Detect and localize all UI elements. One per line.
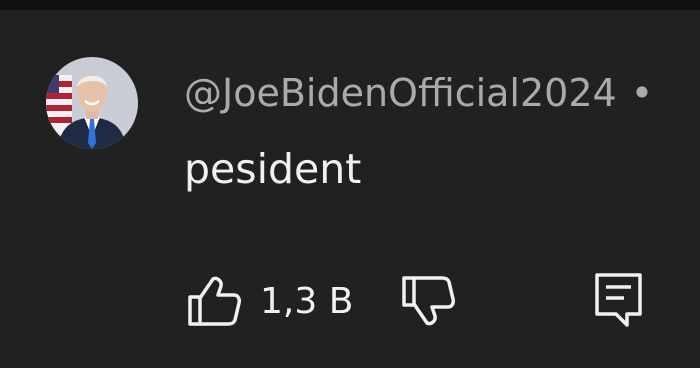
like-button[interactable]: 1,3 B [186,274,353,328]
like-count: 1,3 B [260,280,354,322]
avatar[interactable] [46,57,138,149]
avatar-image [46,57,138,149]
dislike-button[interactable] [400,274,456,328]
author-name[interactable]: @JoeBidenOfficial2024 [184,71,617,115]
comment-item: @JoeBidenOfficial2024 • pesident 1,3 B [0,10,700,368]
thumbs-down-icon [400,274,456,328]
comment-text: pesident [184,145,362,193]
reply-comment-icon [594,272,644,328]
reply-button[interactable] [594,272,644,328]
separator-dot: • [630,71,654,115]
thumbs-up-icon [186,274,242,328]
comment-header: @JoeBidenOfficial2024 • [184,68,653,118]
top-bar [0,0,700,10]
